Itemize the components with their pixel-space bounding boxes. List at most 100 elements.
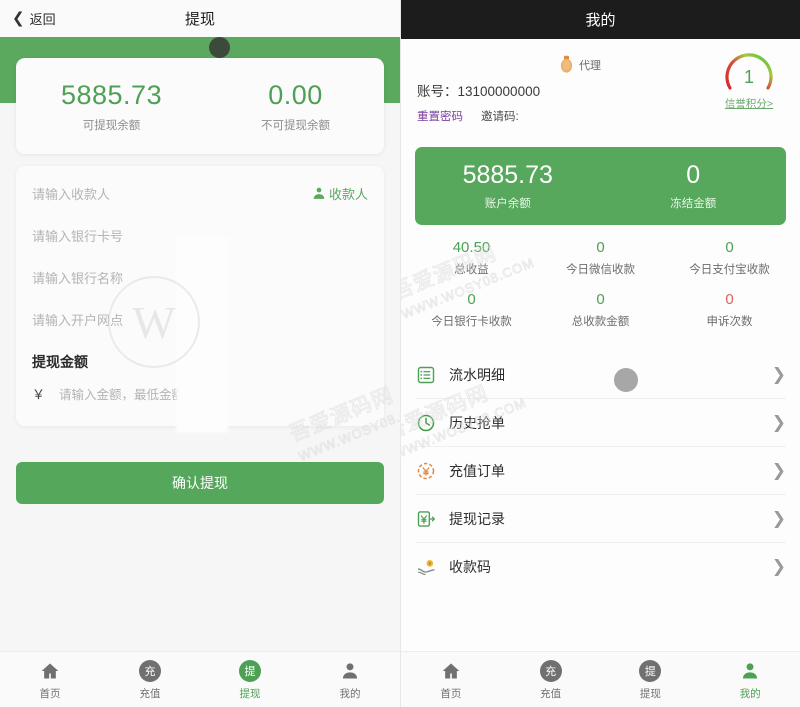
confirm-withdraw-button[interactable]: 确认提现 xyxy=(16,462,384,504)
stats-row: 0 今日银行卡收款 0 总收款金额 0 申诉次数 xyxy=(407,291,794,329)
menu-item-payment-code-label: 收款码 xyxy=(449,559,491,575)
stats-grid: 40.50 总收益 0 今日微信收款 0 今日支付宝收款 0 今日银行卡收款 0… xyxy=(401,225,800,347)
profile-section: 代理 1 信誉积分> 账号：13100000000 重置密码 邀请码: xyxy=(401,39,800,143)
payee-name-row[interactable]: 请输入收款人 收款人 xyxy=(32,172,368,214)
role-badge-label: 代理 xyxy=(579,59,601,72)
select-payee-label: 收款人 xyxy=(328,186,368,202)
qr-payment-icon: ¥ xyxy=(415,556,437,578)
account-balance-label: 账户余额 xyxy=(484,198,531,210)
account-balance-card: 5885.73 账户余额 0 冻结金额 xyxy=(415,147,786,225)
recharge-order-icon xyxy=(415,460,437,482)
stat-total-received-value: 0 xyxy=(596,291,605,308)
app-screen: ❮ 返回 提现 5885.73 可提现余额 0.00 不可提现余额 请输入收款人 xyxy=(0,0,800,707)
unavailable-balance-label: 不可提现余额 xyxy=(261,119,331,132)
stat-today-bankcard-label: 今日银行卡收款 xyxy=(431,316,512,328)
user-icon xyxy=(313,187,325,199)
mine-navbar: 我的 xyxy=(401,0,800,39)
frozen-amount-label: 冻结金额 xyxy=(670,198,717,210)
person-icon xyxy=(300,659,400,683)
tab-recharge-label: 充值 xyxy=(540,687,562,700)
person-icon xyxy=(700,659,800,683)
chevron-right-icon: ❯ xyxy=(771,364,786,384)
stat-total-earnings-value: 40.50 xyxy=(452,239,491,256)
withdraw-screen: ❮ 返回 提现 5885.73 可提现余额 0.00 不可提现余额 请输入收款人 xyxy=(0,0,400,707)
account-balance-block: 5885.73 账户余额 xyxy=(415,161,601,211)
tab-withdraw-label: 提现 xyxy=(239,687,261,700)
stat-total-earnings-label: 总收益 xyxy=(454,264,489,276)
home-icon xyxy=(0,659,100,683)
unavailable-balance-block: 0.00 不可提现余额 xyxy=(207,80,384,133)
stat-total-earnings: 40.50 总收益 xyxy=(407,239,536,277)
mine-menu-list: 流水明细 ❯ 历史抢单 ❯ 充值订单 ❯ 提现记录 ❯ ¥ 收款码 ❯ xyxy=(401,347,800,591)
recharge-icon: 充 xyxy=(501,659,601,683)
select-payee-button[interactable]: 收款人 xyxy=(312,184,368,203)
credit-score-label[interactable]: 信誉积分> xyxy=(710,96,788,111)
tab-mine[interactable]: 我的 xyxy=(300,659,400,701)
withdraw-navbar: ❮ 返回 提现 xyxy=(0,0,400,37)
recharge-icon: 充 xyxy=(100,659,200,683)
mine-tabbar: 首页 充 充值 提 提现 我的 xyxy=(401,651,800,707)
menu-item-history-orders-label: 历史抢单 xyxy=(449,414,505,431)
bank-card-input[interactable]: 请输入银行卡号 xyxy=(32,226,123,245)
currency-symbol-icon: ￥ xyxy=(32,386,46,402)
menu-item-history-orders[interactable]: 历史抢单 ❯ xyxy=(415,399,786,447)
medal-icon xyxy=(560,55,573,73)
menu-item-ledger-label: 流水明细 xyxy=(449,366,505,383)
payee-name-input[interactable]: 请输入收款人 xyxy=(32,184,110,203)
menu-item-recharge-orders[interactable]: 充值订单 ❯ xyxy=(415,447,786,495)
tab-home[interactable]: 首页 xyxy=(0,659,100,701)
role-badge: 代理 xyxy=(559,55,601,74)
recharge-glyph: 充 xyxy=(139,659,161,682)
menu-item-ledger[interactable]: 流水明细 ❯ xyxy=(415,351,786,399)
withdraw-glyph: 提 xyxy=(239,659,261,682)
chevron-right-icon: ❯ xyxy=(771,412,786,432)
stat-today-wechat-value: 0 xyxy=(596,239,605,256)
invite-code-label: 邀请码: xyxy=(481,111,519,123)
tab-mine-label: 我的 xyxy=(739,687,761,700)
bank-name-input[interactable]: 请输入银行名称 xyxy=(32,268,123,287)
tab-withdraw[interactable]: 提 提现 xyxy=(601,659,701,701)
stat-today-wechat-label: 今日微信收款 xyxy=(566,264,635,276)
page-title: 提现 xyxy=(184,11,215,28)
bank-branch-input[interactable]: 请输入开户网点 xyxy=(32,310,123,329)
frozen-amount-block: 0 冻结金额 xyxy=(601,161,787,211)
withdraw-icon: 提 xyxy=(200,659,300,683)
ledger-icon xyxy=(415,364,437,386)
account-number-label: 账号： xyxy=(417,84,458,99)
tab-recharge[interactable]: 充 充值 xyxy=(100,659,200,701)
menu-item-withdraw-records[interactable]: 提现记录 ❯ xyxy=(415,495,786,543)
tab-recharge-label: 充值 xyxy=(139,687,161,700)
stat-appeal-count-label: 申诉次数 xyxy=(706,316,753,328)
stat-total-received: 0 总收款金额 xyxy=(536,291,665,329)
credit-score-widget[interactable]: 1 信誉积分> xyxy=(710,47,788,111)
tab-withdraw[interactable]: 提 提现 xyxy=(200,659,300,701)
available-balance-value: 5885.73 xyxy=(60,79,163,110)
chevron-right-icon: ❯ xyxy=(771,557,786,576)
chevron-right-icon: ❯ xyxy=(771,460,786,480)
tab-mine-label: 我的 xyxy=(339,687,361,700)
tab-recharge[interactable]: 充 充值 xyxy=(501,659,601,701)
available-balance-block: 5885.73 可提现余额 xyxy=(16,80,207,133)
mine-page-title: 我的 xyxy=(585,12,616,29)
tab-home[interactable]: 首页 xyxy=(401,659,501,701)
credit-score-value: 1 xyxy=(743,67,754,87)
reset-password-link[interactable]: 重置密码 xyxy=(417,108,463,124)
overlay-mask-strip xyxy=(176,237,228,433)
unavailable-balance-value: 0.00 xyxy=(268,79,323,110)
stat-today-bankcard-value: 0 xyxy=(467,291,476,308)
menu-item-recharge-orders-label: 充值订单 xyxy=(449,462,505,479)
stat-today-alipay: 0 今日支付宝收款 xyxy=(665,239,794,277)
tab-mine[interactable]: 我的 xyxy=(700,659,800,701)
withdraw-tabbar: 首页 充 充值 提 提现 我的 xyxy=(0,651,400,707)
stats-row: 40.50 总收益 0 今日微信收款 0 今日支付宝收款 xyxy=(407,239,794,277)
menu-item-payment-code[interactable]: ¥ 收款码 ❯ xyxy=(415,543,786,591)
withdraw-icon: 提 xyxy=(601,659,701,683)
withdraw-glyph: 提 xyxy=(639,659,662,682)
withdraw-balance-card: 5885.73 可提现余额 0.00 不可提现余额 xyxy=(16,58,384,154)
recharge-glyph: 充 xyxy=(539,659,562,682)
account-number-value: 13100000000 xyxy=(457,84,541,99)
stat-today-bankcard: 0 今日银行卡收款 xyxy=(407,291,536,329)
stat-total-received-label: 总收款金额 xyxy=(571,316,630,328)
svg-text:¥: ¥ xyxy=(428,562,431,568)
mine-screen: 我的 代理 1 信誉积分> 账号：13100000000 重置密码 邀请码: 5… xyxy=(400,0,800,707)
